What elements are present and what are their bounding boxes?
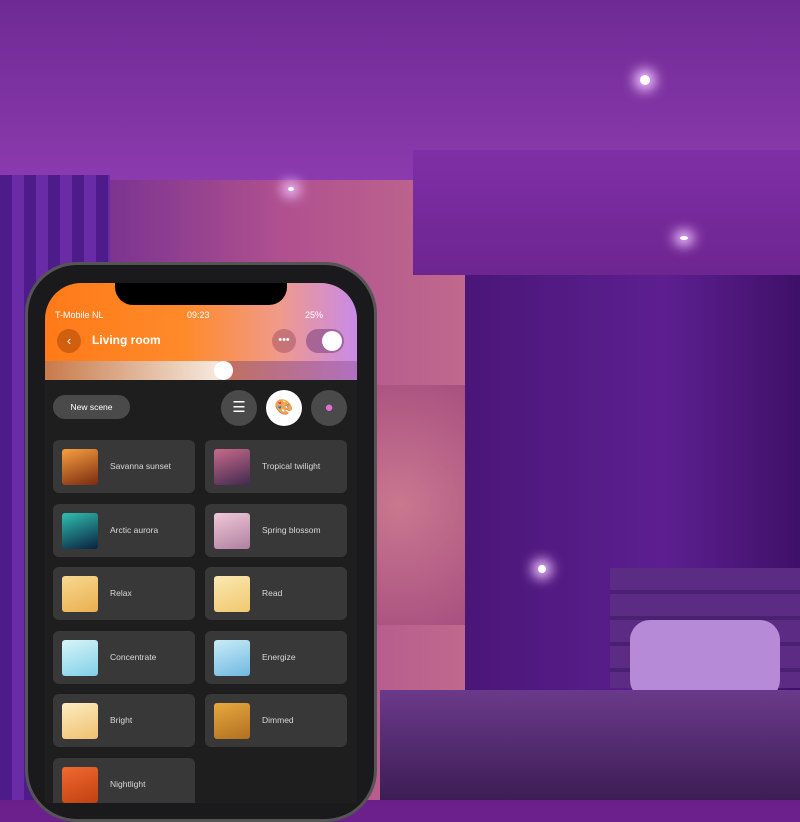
scene-label: Dimmed	[262, 715, 294, 725]
palette-view-button[interactable]: 🎨	[266, 390, 302, 426]
scene-tile[interactable]: Arctic aurora	[53, 503, 195, 557]
scene-label: Concentrate	[110, 651, 157, 662]
scene-tile[interactable]: Relax	[53, 567, 195, 620]
scene-tile[interactable]: Tropical twilight	[205, 440, 347, 493]
scene-label: Relax	[110, 588, 132, 598]
ceiling-spotlight	[640, 75, 650, 85]
color-picker-icon: ●	[324, 399, 334, 416]
scene-thumbnail	[62, 639, 98, 676]
scene-label: Nightlight	[110, 778, 146, 789]
wall-lamp	[538, 565, 546, 573]
wall-art	[372, 385, 465, 625]
new-scene-button[interactable]: New scene	[53, 395, 130, 419]
scene-tile[interactable]: Read	[205, 567, 347, 620]
scene-thumbnail	[62, 766, 98, 803]
battery-level: 25%	[305, 310, 324, 320]
scene-thumbnail	[62, 576, 98, 612]
scene-tile[interactable]: Savanna sunset	[53, 440, 195, 493]
scene-thumbnail	[214, 512, 250, 549]
ellipsis-icon: •••	[278, 334, 290, 346]
scene-label: Bright	[110, 715, 133, 725]
carrier: T-Mobile NL	[55, 310, 104, 320]
scene-label: Read	[262, 588, 283, 598]
scene-thumbnail	[62, 512, 98, 549]
scene-tile[interactable]: Energize	[205, 630, 347, 684]
scene-thumbnail	[214, 639, 250, 676]
palette-icon: 🎨	[274, 399, 294, 416]
scene-tile[interactable]: Nightlight	[53, 757, 195, 803]
clock: 09:23	[187, 310, 210, 320]
scene-label: Spring blossom	[262, 524, 321, 535]
scene-tile[interactable]: Spring blossom	[205, 503, 347, 557]
scene-tile[interactable]: Concentrate	[53, 630, 195, 684]
scene-label: Tropical twilight	[262, 461, 321, 471]
brightness-slider[interactable]	[45, 361, 357, 380]
color-picker-button[interactable]: ●	[311, 390, 347, 426]
scene-thumbnail	[62, 449, 98, 485]
recessed-light	[288, 187, 294, 191]
room-title: Living room	[92, 333, 161, 347]
back-button[interactable]: ‹	[57, 329, 81, 353]
scene-thumbnail	[214, 449, 250, 485]
scene-thumbnail	[214, 576, 250, 612]
brightness-thumb[interactable]	[213, 361, 233, 380]
power-toggle[interactable]	[306, 329, 344, 353]
list-icon: ☰	[232, 399, 246, 416]
pillow	[630, 620, 780, 700]
scene-thumbnail	[214, 703, 250, 739]
bed	[380, 690, 800, 800]
recessed-light	[680, 236, 688, 240]
scene-tile[interactable]: Dimmed	[205, 694, 347, 747]
scene-tile[interactable]: Bright	[53, 694, 195, 747]
scene-label: Energize	[262, 651, 296, 662]
scene-label: Savanna sunset	[110, 461, 171, 471]
list-view-button[interactable]: ☰	[221, 390, 257, 426]
soffit	[413, 150, 800, 275]
chevron-left-icon: ‹	[66, 333, 72, 348]
hue-app-screen: T-Mobile NL 09:23 25% ‹ Living room ••• …	[45, 283, 357, 803]
more-button[interactable]: •••	[272, 329, 296, 353]
phone-notch	[115, 283, 287, 305]
scene-label: Arctic aurora	[110, 524, 159, 535]
toggle-knob	[322, 331, 342, 351]
scene-thumbnail	[62, 703, 98, 739]
